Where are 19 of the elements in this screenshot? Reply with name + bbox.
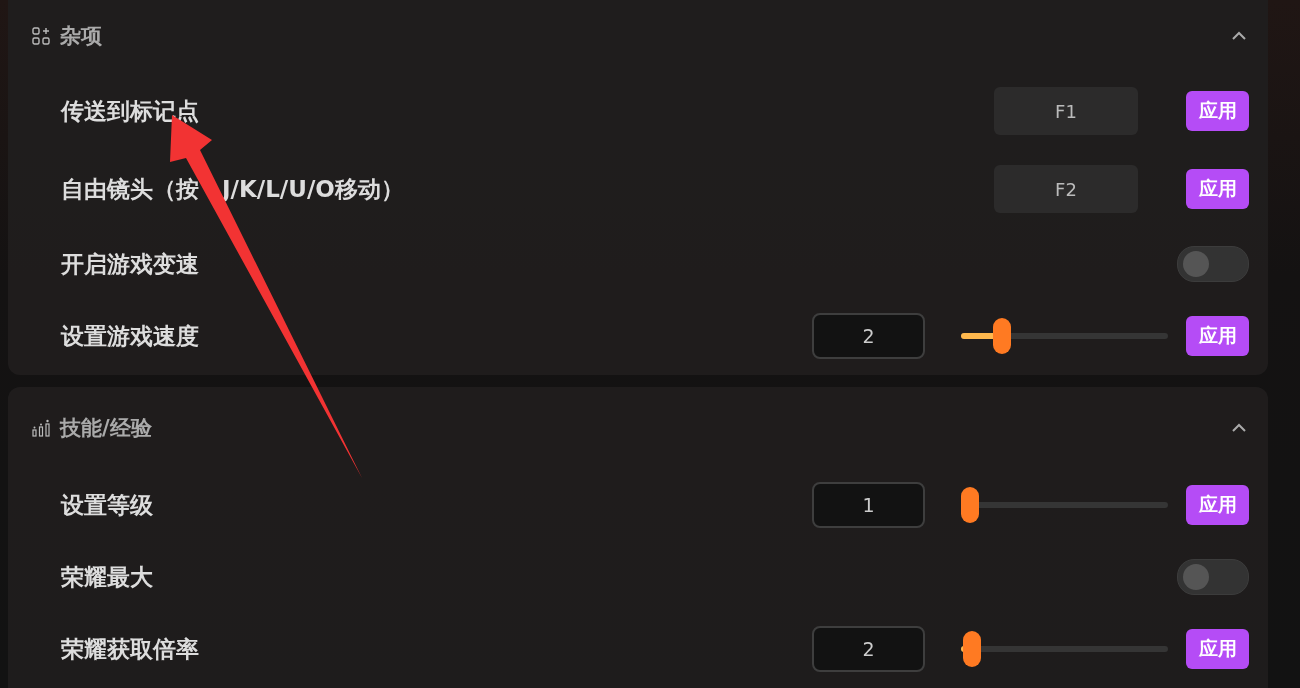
setting-label: 荣耀最大 (61, 562, 153, 592)
section-title: 杂项 (60, 23, 103, 50)
setting-label: 设置等级 (61, 490, 153, 520)
hotkey-field[interactable]: F2 (994, 165, 1138, 213)
setting-label: 荣耀获取倍率 (61, 634, 199, 664)
setting-label: J/K/L/U/O移动） (222, 174, 404, 204)
number-field[interactable]: 1 (812, 482, 925, 528)
apply-button[interactable]: 应用 (1186, 629, 1249, 669)
apply-button[interactable]: 应用 (1186, 485, 1249, 525)
number-field[interactable]: 2 (812, 626, 925, 672)
number-field[interactable]: 2 (812, 313, 925, 359)
section-title: 技能/经验 (60, 415, 153, 442)
setting-label: 开启游戏变速 (61, 249, 199, 279)
apply-button[interactable]: 应用 (1186, 169, 1249, 209)
hotkey-field[interactable]: F1 (994, 87, 1138, 135)
apply-button[interactable]: 应用 (1186, 316, 1249, 356)
setting-label: 设置游戏速度 (61, 321, 199, 351)
setting-label: 自由镜头（按 (61, 174, 199, 204)
apply-button[interactable]: 应用 (1186, 91, 1249, 131)
